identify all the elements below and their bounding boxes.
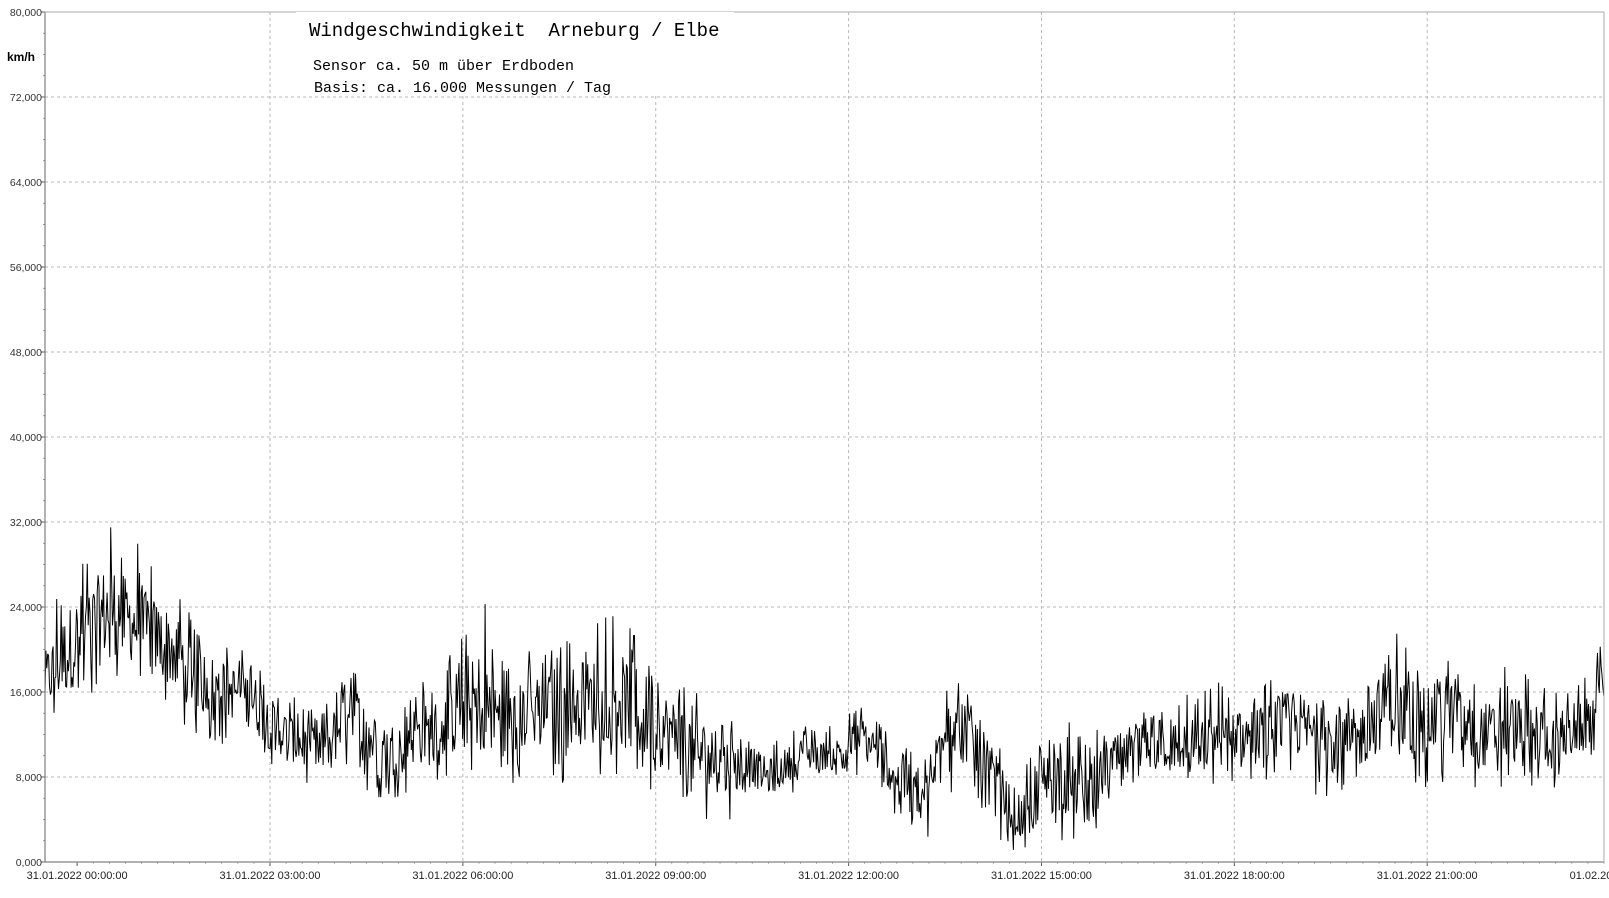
x-tick-label: 31.01.2022 21:00:00 — [1377, 870, 1478, 882]
x-tick-label: 31.01.2022 03:00:00 — [220, 870, 321, 882]
wind-speed-chart: 0,000 8,000 16,000 24,000 32,000 40,000 48,000… — [0, 0, 1609, 893]
y-tick-label: 72,000 — [10, 92, 42, 104]
title-layer: Windgeschwindigkeit Arneburg / Elbe Sens… — [296, 12, 734, 97]
y-tick-label: 80,000 — [10, 7, 42, 19]
y-tick-label: 40,000 — [10, 432, 42, 444]
x-tick-label: 31.01.2022 09:00:00 — [605, 870, 706, 882]
chart-title: Windgeschwindigkeit Arneburg / Elbe — [309, 20, 719, 42]
y-tick-label: 48,000 — [10, 347, 42, 359]
x-tick-label: 31.01.2022 12:00:00 — [798, 870, 899, 882]
x-tick-label: 31.01.2022 00:00:00 — [27, 870, 128, 882]
y-tick-label: 16,000 — [10, 687, 42, 699]
y-tick-label: 56,000 — [10, 262, 42, 274]
y-tick-label: 24,000 — [10, 602, 42, 614]
x-tick-label: 31.01.2022 18:00:00 — [1184, 870, 1285, 882]
y-tick-label: 8,000 — [16, 772, 42, 784]
y-tick-label: 64,000 — [10, 177, 42, 189]
x-tick-label: 31.01.2022 15:00:00 — [991, 870, 1092, 882]
chart-svg: 0,000 8,000 16,000 24,000 32,000 40,000 48,000… — [0, 0, 1609, 893]
chart-subtitle-basis: Basis: ca. 16.000 Messungen / Tag — [314, 80, 611, 97]
chart-subtitle-sensor: Sensor ca. 50 m über Erdboden — [313, 58, 574, 75]
y-tick-label: 32,000 — [10, 517, 42, 529]
x-tick-label: 01.02.2022 00:00:00 — [1570, 870, 1609, 882]
x-tick-label: 31.01.2022 06:00:00 — [412, 870, 513, 882]
y-tick-label: 0,000 — [16, 857, 42, 869]
y-axis-unit-label: km/h — [7, 50, 35, 64]
